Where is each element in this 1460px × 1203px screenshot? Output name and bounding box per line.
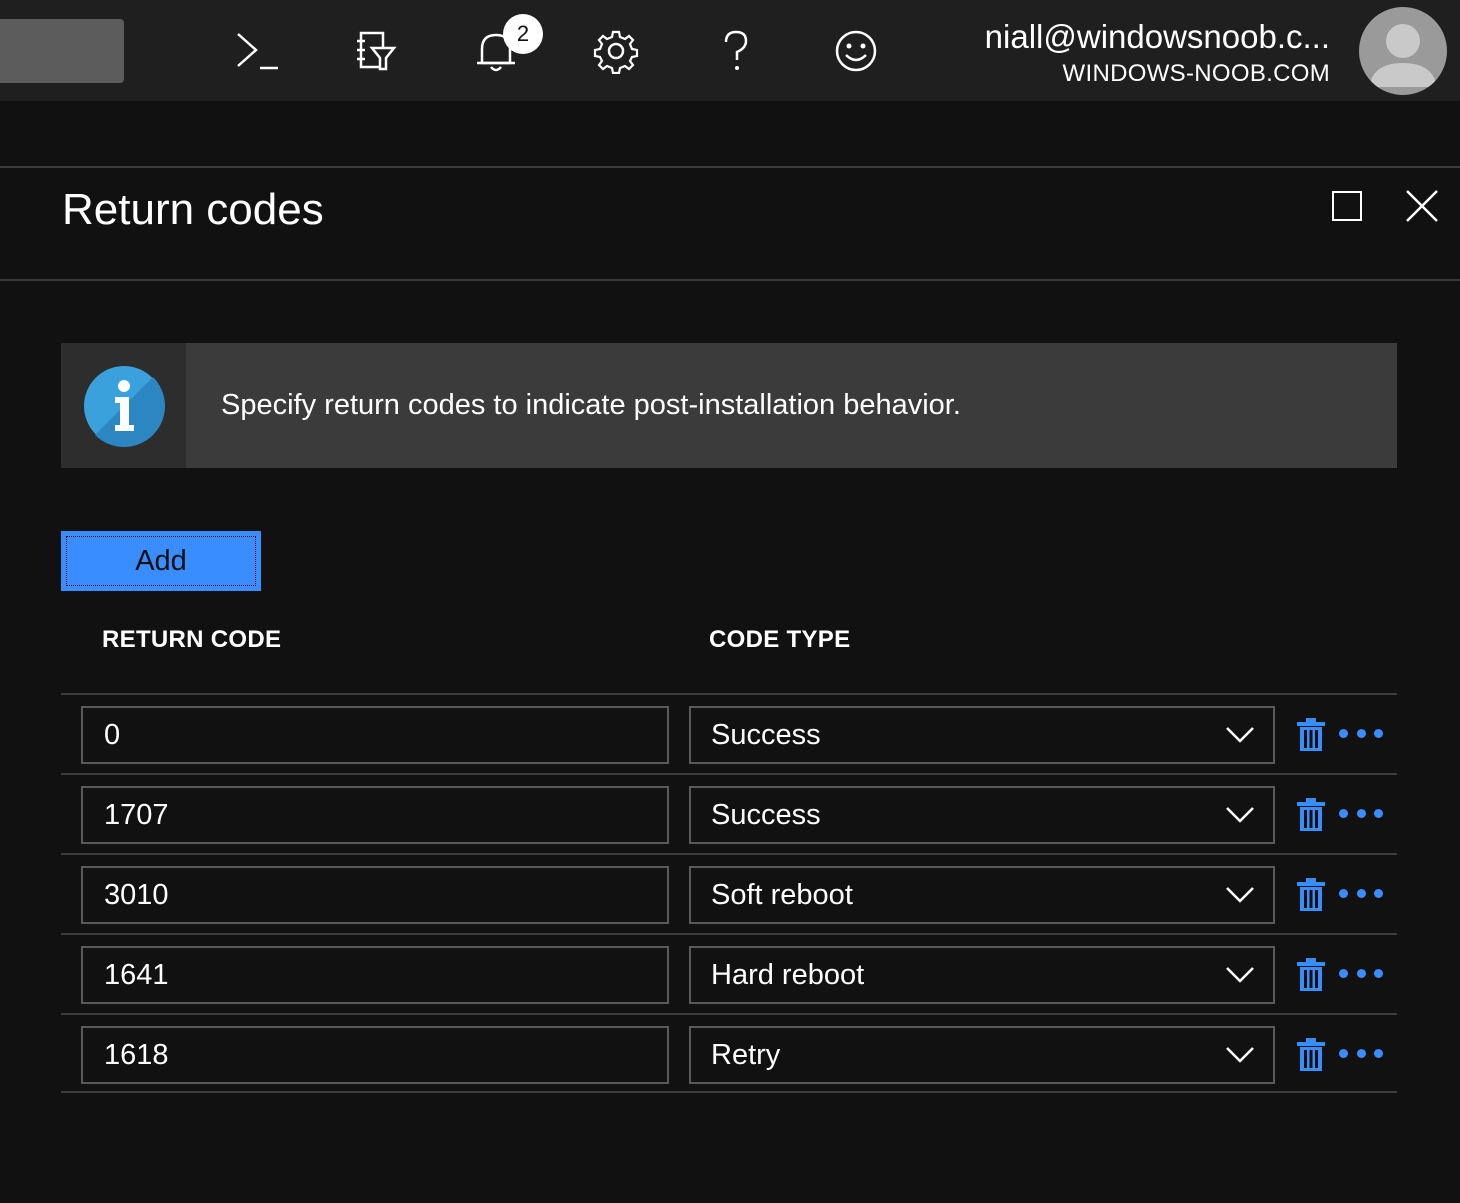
search-box[interactable] <box>0 19 124 83</box>
header-divider <box>0 166 1460 168</box>
code-type-dropdown[interactable]: Soft reboot <box>689 866 1275 924</box>
column-header-return-code: RETURN CODE <box>102 626 282 653</box>
more-options-icon[interactable] <box>1339 803 1383 823</box>
info-banner-text: Specify return codes to indicate post-in… <box>221 389 961 421</box>
delete-icon[interactable] <box>1297 957 1325 991</box>
close-icon[interactable] <box>1404 188 1440 224</box>
return-code-input[interactable] <box>81 706 669 764</box>
info-icon <box>83 365 165 447</box>
code-type-value: Success <box>711 799 821 831</box>
return-code-input[interactable] <box>81 866 669 924</box>
notification-count-badge: 2 <box>503 14 543 54</box>
account-directory: WINDOWS-NOOB.COM <box>1062 60 1330 87</box>
more-options-icon[interactable] <box>1339 963 1383 983</box>
code-type-value: Retry <box>711 1039 781 1071</box>
delete-icon[interactable] <box>1297 717 1325 751</box>
directory-filter-icon[interactable] <box>346 22 406 80</box>
code-type-dropdown[interactable]: Retry <box>689 1026 1275 1084</box>
top-bar: 2 niall@windowsnoob.c... WINDOWS-NOOB.CO… <box>0 0 1460 101</box>
delete-icon[interactable] <box>1297 1037 1325 1071</box>
code-type-value: Hard reboot <box>711 959 865 991</box>
table-row: Hard reboot <box>61 933 1397 1013</box>
chevron-down-icon <box>1226 807 1254 823</box>
return-code-input[interactable] <box>81 1026 669 1084</box>
code-type-dropdown[interactable]: Success <box>689 786 1275 844</box>
table-row: Success <box>61 693 1397 773</box>
add-button-label: Add <box>135 544 187 577</box>
delete-icon[interactable] <box>1297 797 1325 831</box>
more-options-icon[interactable] <box>1339 1043 1383 1063</box>
chevron-down-icon <box>1226 727 1254 743</box>
account-email: niall@windowsnoob.c... <box>984 18 1330 55</box>
table-row: Soft reboot <box>61 853 1397 933</box>
table-row: Success <box>61 773 1397 853</box>
code-type-value: Success <box>711 719 821 751</box>
more-options-icon[interactable] <box>1339 883 1383 903</box>
title-divider <box>0 279 1460 281</box>
settings-icon[interactable] <box>586 22 646 80</box>
return-code-input[interactable] <box>81 946 669 1004</box>
page-title: Return codes <box>62 185 324 234</box>
info-icon-cell <box>61 343 186 468</box>
code-type-dropdown[interactable]: Hard reboot <box>689 946 1275 1004</box>
cloud-shell-icon[interactable] <box>226 22 286 80</box>
feedback-icon[interactable] <box>826 22 886 80</box>
maximize-button[interactable] <box>1332 191 1362 221</box>
add-button[interactable]: Add <box>61 531 261 591</box>
help-icon[interactable] <box>706 22 766 80</box>
chevron-down-icon <box>1226 1047 1254 1063</box>
more-options-icon[interactable] <box>1339 723 1383 743</box>
delete-icon[interactable] <box>1297 877 1325 911</box>
code-type-value: Soft reboot <box>711 879 853 911</box>
code-type-dropdown[interactable]: Success <box>689 706 1275 764</box>
table-row: Retry <box>61 1013 1397 1093</box>
account-info[interactable]: niall@windowsnoob.c... WINDOWS-NOOB.COM <box>985 16 1330 90</box>
return-code-input[interactable] <box>81 786 669 844</box>
column-header-code-type: CODE TYPE <box>709 626 851 653</box>
info-banner: Specify return codes to indicate post-in… <box>61 343 1397 468</box>
avatar[interactable] <box>1359 7 1447 95</box>
chevron-down-icon <box>1226 887 1254 903</box>
chevron-down-icon <box>1226 967 1254 983</box>
return-codes-table: Success Success Soft reboot Hard reboot <box>61 693 1397 1093</box>
